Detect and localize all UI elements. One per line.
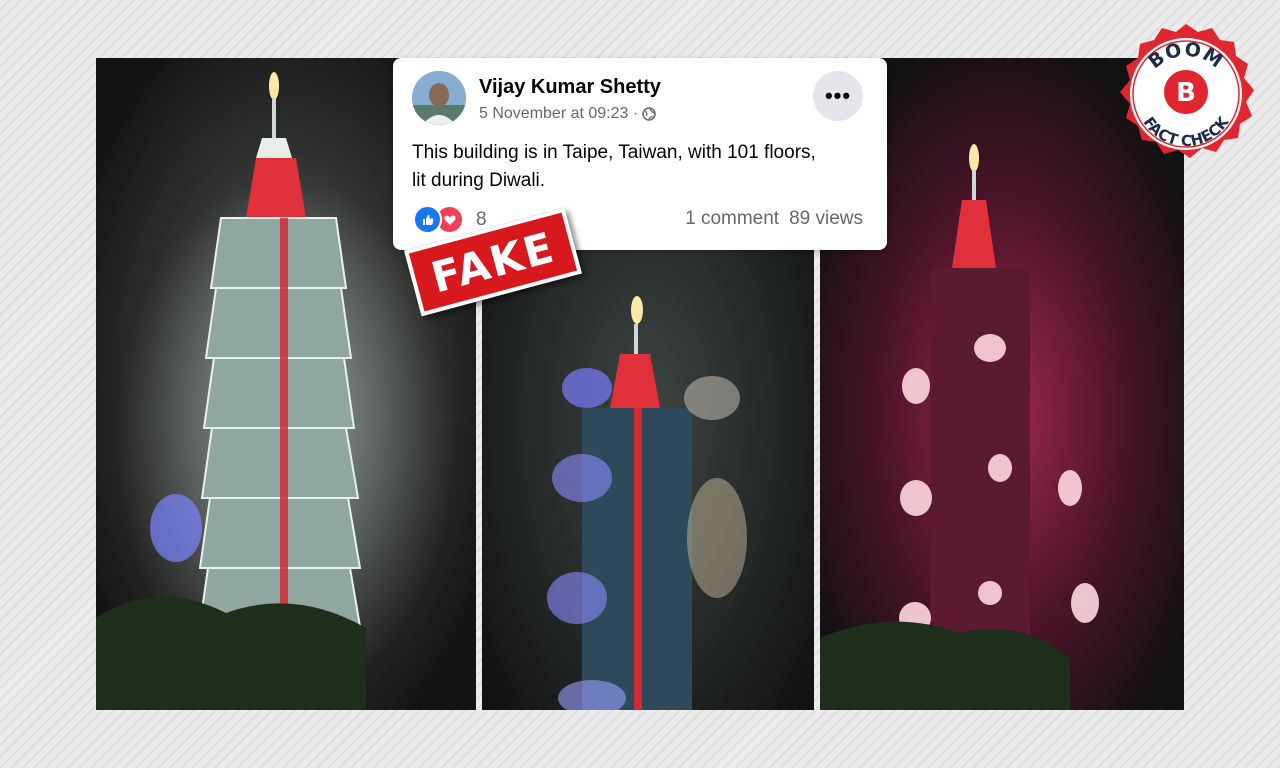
avatar[interactable] [412,71,466,125]
reactions-summary[interactable]: 8 [413,205,487,234]
post-text-line: lit during Diwali. [412,170,546,191]
boom-fact-check-logo: BOOM FACT CHECK B [1114,22,1258,166]
post-stats: 1 comment 89 views [685,208,863,230]
post-meta: 5 November at 09:23 · [479,105,656,123]
post-author-name[interactable]: Vijay Kumar Shetty [479,76,661,99]
globe-icon [642,107,656,121]
view-count: 89 views [789,208,863,229]
badge-letter: B [1176,78,1196,108]
post-timestamp[interactable]: 5 November at 09:23 · [479,105,638,123]
post-text: This building is in Taipe, Taiwan, with … [412,139,872,195]
comment-count-link[interactable]: 1 comment [685,208,779,230]
reaction-count: 8 [476,208,487,230]
more-options-button[interactable]: ••• [813,71,863,121]
facebook-post-card: Vijay Kumar Shetty 5 November at 09:23 ·… [393,58,887,250]
like-icon [413,205,442,234]
post-text-line: This building is in Taipe, Taiwan, with … [412,142,816,163]
